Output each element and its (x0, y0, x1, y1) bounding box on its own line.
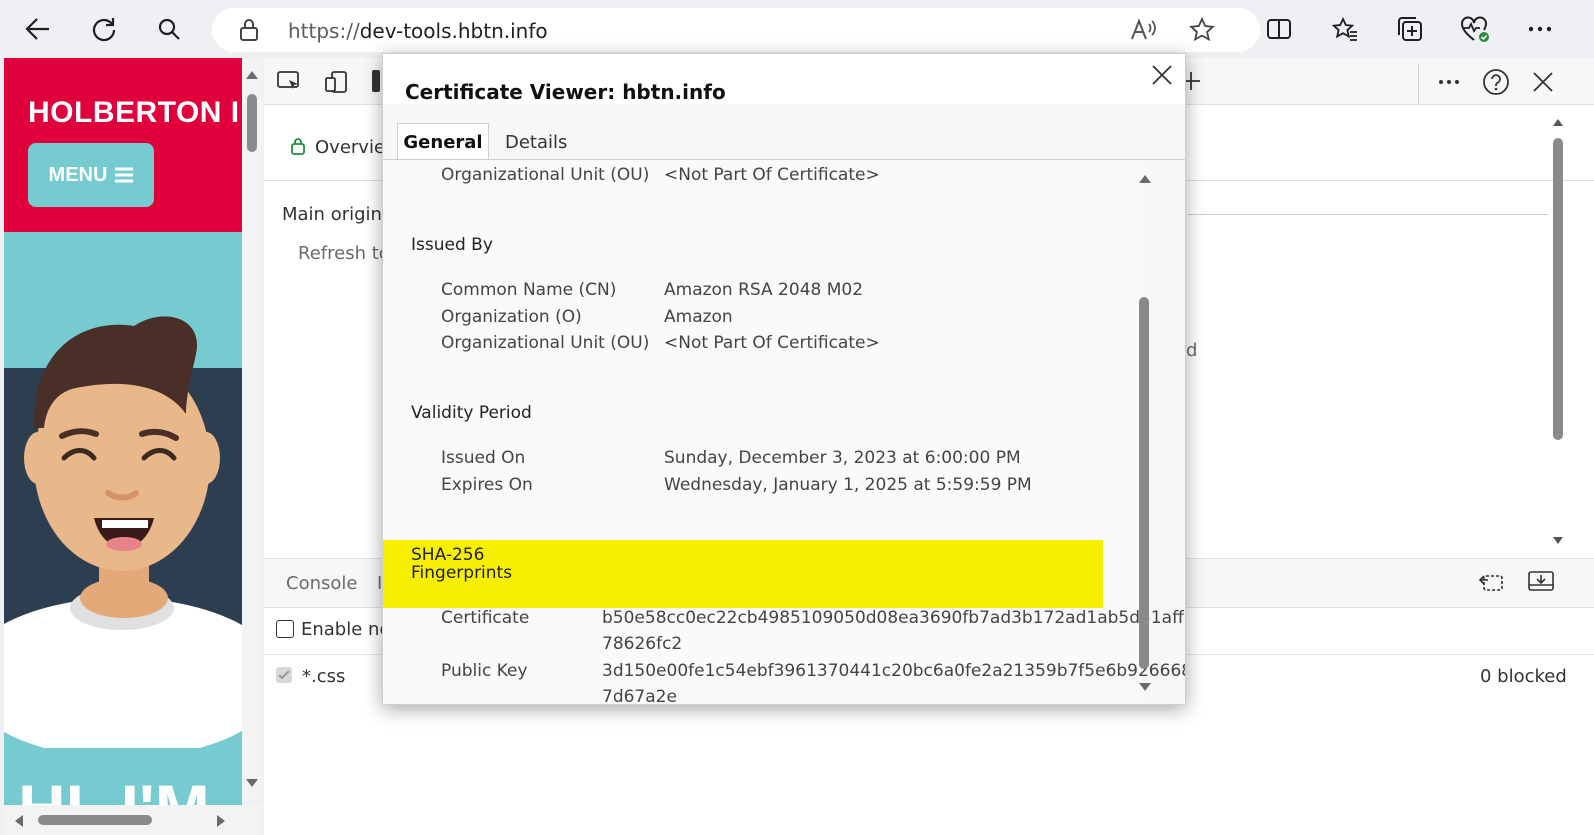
site-vertical-scroll-thumb[interactable] (247, 94, 257, 152)
avatar-illustration (4, 308, 242, 748)
website-viewport: HOLBERTON I MENU HI, I'M (4, 58, 242, 835)
split-screen-button[interactable] (1259, 9, 1299, 49)
read-aloud-icon[interactable] (1130, 17, 1158, 43)
validity-heading: Validity Period (411, 403, 532, 423)
public-key-fingerprint-line1: 3d150e00fe1c54ebf3961370441c20bc6a0fe2a2… (602, 661, 1186, 681)
toolbar-divider (1418, 64, 1419, 104)
issuer-o-label: Organization (O) (441, 307, 582, 327)
scroll-up-arrow-icon[interactable] (245, 70, 259, 80)
dock-icon[interactable] (1478, 570, 1504, 592)
tab-details[interactable]: Details (505, 132, 567, 153)
site-horizontal-scrollbar[interactable] (4, 805, 262, 835)
dialog-close-button[interactable] (1151, 64, 1175, 88)
blocked-count: 0 blocked (1480, 666, 1567, 687)
panel-tab-icon[interactable] (372, 70, 380, 92)
certificate-fingerprint-line1: b50e58cc0ec22cb4985109050d08ea3690fb7ad3… (602, 608, 1184, 628)
scroll-down-arrow-icon[interactable] (245, 778, 259, 788)
device-emulation-icon[interactable] (324, 70, 350, 94)
menu-label: MENU (48, 163, 108, 186)
url-text[interactable]: https://dev-tools.hbtn.info (288, 19, 548, 43)
public-key-fingerprint-line2: 7d67a2e (602, 687, 677, 705)
refresh-icon (92, 18, 116, 42)
certificate-fingerprint-label: Certificate (441, 608, 530, 628)
issued-on-label: Issued On (441, 448, 526, 468)
browser-essentials-button[interactable] (1455, 9, 1495, 49)
refresh-button[interactable] (84, 9, 124, 49)
scroll-right-arrow-icon[interactable] (216, 814, 226, 828)
main-origin-label: Main origin (282, 204, 382, 225)
menu-button[interactable]: MENU (28, 143, 154, 207)
devtools-vertical-scrollbar[interactable] (1550, 116, 1566, 548)
scroll-up-arrow-icon[interactable] (1138, 174, 1152, 184)
fingerprints-heading-line1: SHA-256 (411, 545, 485, 565)
url-scheme: https:// (288, 19, 360, 43)
issued-on-value: Sunday, December 3, 2023 at 6:00:00 PM (664, 448, 1021, 468)
scroll-down-arrow-icon[interactable] (1552, 536, 1564, 545)
issuer-ou-value: <Not Part Of Certificate> (664, 333, 880, 353)
help-icon[interactable] (1482, 68, 1510, 96)
fingerprints-heading-line2: Fingerprints (411, 563, 513, 583)
issuer-cn-value: Amazon RSA 2048 M02 (664, 280, 864, 300)
site-vertical-scrollbar[interactable] (242, 60, 262, 800)
subject-ou-label: Organizational Unit (OU) (441, 165, 650, 185)
dialog-scroll-thumb[interactable] (1139, 297, 1149, 669)
scroll-left-arrow-icon[interactable] (14, 814, 24, 828)
devtools-scroll-thumb[interactable] (1553, 138, 1563, 440)
divider (1188, 214, 1548, 215)
partial-text: d (1186, 340, 1198, 361)
expires-on-label: Expires On (441, 475, 533, 495)
certificate-content: Organizational Unit (OU) <Not Part Of Ce… (383, 160, 1185, 705)
collections-button[interactable] (1390, 9, 1430, 49)
dialog-title: Certificate Viewer: hbtn.info (405, 80, 726, 104)
settings-more-button[interactable] (1520, 9, 1560, 49)
public-key-fingerprint-label: Public Key (441, 661, 528, 681)
search-icon (158, 18, 180, 40)
tab-general[interactable]: General (397, 123, 489, 161)
lock-icon[interactable] (238, 18, 260, 42)
issuer-ou-label: Organizational Unit (OU) (441, 333, 650, 353)
scroll-up-arrow-icon[interactable] (1552, 118, 1564, 127)
favorites-icon (1331, 16, 1357, 41)
more-dots-icon (1528, 26, 1552, 32)
console-tab[interactable]: Console (286, 573, 357, 594)
refresh-hint: Refresh to (298, 243, 390, 264)
site-horizontal-scroll-thumb[interactable] (38, 815, 152, 825)
issuer-cn-label: Common Name (CN) (441, 280, 617, 300)
issuer-o-value: Amazon (664, 307, 733, 327)
certificate-viewer-dialog: Certificate Viewer: hbtn.info General De… (382, 53, 1186, 705)
enable-network-checkbox[interactable] (276, 620, 294, 638)
css-pattern-checkbox[interactable] (276, 667, 292, 683)
devtools-more-icon[interactable] (1438, 79, 1460, 85)
back-arrow-icon (25, 18, 49, 40)
close-icon (1152, 65, 1172, 85)
favorites-button[interactable] (1325, 9, 1365, 49)
browser-toolbar: https://dev-tools.hbtn.info (0, 0, 1594, 58)
expires-on-value: Wednesday, January 1, 2025 at 5:59:59 PM (664, 475, 1032, 495)
back-button[interactable] (18, 9, 58, 49)
css-pattern-label: *.css (302, 666, 346, 687)
inspect-element-icon[interactable] (276, 70, 302, 94)
hamburger-icon (115, 167, 134, 183)
issued-by-heading: Issued By (411, 235, 493, 255)
subject-ou-value: <Not Part Of Certificate> (664, 165, 880, 185)
search-button[interactable] (149, 9, 189, 49)
close-devtools-icon[interactable] (1532, 71, 1554, 93)
url-host: dev-tools.hbtn.info (359, 19, 548, 43)
site-title[interactable]: HOLBERTON I (28, 96, 240, 130)
certificate-fingerprint-line2: 78626fc2 (602, 634, 683, 654)
collections-icon (1398, 17, 1422, 41)
overview-lock-icon (290, 137, 306, 155)
heart-pulse-icon (1461, 16, 1489, 42)
scroll-down-arrow-icon[interactable] (1138, 682, 1152, 692)
favorite-star-icon[interactable] (1188, 16, 1216, 44)
split-screen-icon (1267, 19, 1291, 39)
drawer-dock-icon[interactable] (1527, 570, 1555, 592)
